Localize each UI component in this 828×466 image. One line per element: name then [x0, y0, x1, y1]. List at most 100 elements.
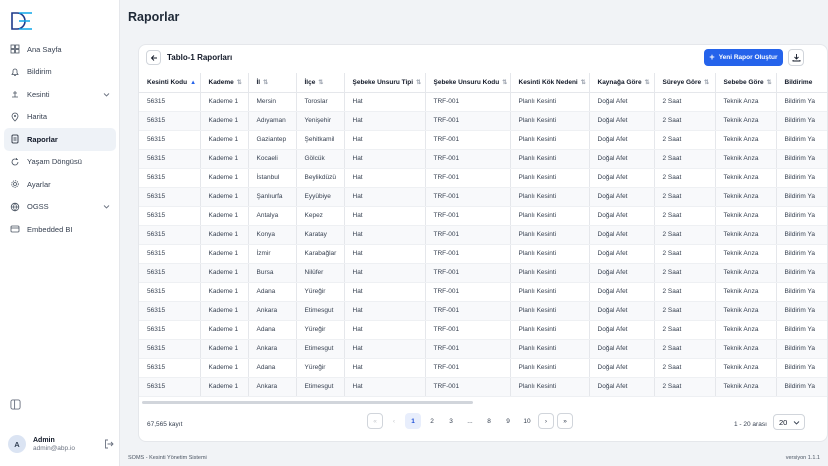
sidebar-item-kesinti[interactable]: Kesinti	[4, 83, 116, 106]
bell-icon	[10, 67, 20, 77]
column-header[interactable]: Kesinti Kodu ▲	[139, 73, 201, 93]
horizontal-scrollbar[interactable]	[142, 401, 473, 404]
table-cell: Hat	[344, 92, 426, 112]
table-row[interactable]: 56315 Kademe 1 İstanbul Beylikdüzü Hat TRF-00…	[139, 168, 827, 188]
last-page-button[interactable]: »	[557, 413, 573, 429]
table-row[interactable]: 56315 Kademe 1 Antalya Kepez Hat TRF-001 Planl…	[139, 206, 827, 226]
table-row[interactable]: 56315 Kademe 1 Konya Karatay Hat TRF-001 Planl…	[139, 225, 827, 245]
column-header[interactable]: Süreye Göre ⇅	[654, 73, 716, 93]
column-header-label: İlçe	[304, 78, 316, 86]
dashboard-icon	[10, 44, 20, 54]
table-cell: Kademe 1	[200, 358, 249, 378]
new-report-button[interactable]: + Yeni Rapor Oluştur	[704, 49, 783, 66]
sidebar-nav: Ana Sayfa Bildirim Kesinti Harita Raporlar Ya…	[4, 38, 116, 241]
sort-icon[interactable]: ⇅	[237, 79, 242, 86]
sidebar-item-raporlar[interactable]: Raporlar	[4, 128, 116, 151]
page-button[interactable]: 8	[481, 413, 497, 429]
sort-icon[interactable]: ⇅	[767, 79, 772, 86]
table-cell: Planlı Kesinti	[510, 149, 590, 169]
table-cell: TRF-001	[425, 206, 511, 226]
table-row[interactable]: 56315 Kademe 1 Ankara Etimesgut Hat TRF-001 Pl…	[139, 301, 827, 321]
sidebar-item-ogss[interactable]: OGSS	[4, 196, 116, 219]
logout-icon[interactable]	[104, 439, 114, 449]
table-row[interactable]: 56315 Kademe 1 Adana Yüreğir Hat TRF-001 Planl…	[139, 282, 827, 302]
column-header-label: Kesinti Kodu	[147, 78, 188, 86]
page-size-select[interactable]: 20	[773, 414, 805, 430]
sort-icon[interactable]: ⇅	[416, 79, 421, 86]
table-cell: Ankara	[248, 339, 297, 359]
sidebar-item-ayarlar[interactable]: Ayarlar	[4, 173, 116, 196]
table-footer: 67,565 kayıt « ‹ 1 2 3... 8 9 10 › » 1 - 20 arası…	[139, 409, 827, 441]
column-header[interactable]: Sebebe Göre ⇅	[715, 73, 777, 93]
first-page-button[interactable]: «	[367, 413, 383, 429]
table-cell: Planlı Kesinti	[510, 301, 590, 321]
column-header[interactable]: Şebeke Unsuru Tipi ⇅	[344, 73, 426, 93]
sidebar-collapse-icon[interactable]	[10, 399, 21, 410]
table-cell: 2 Saat	[654, 358, 716, 378]
sidebar-item-ana-sayfa[interactable]: Ana Sayfa	[4, 38, 116, 61]
table-cell: Planlı Kesinti	[510, 358, 590, 378]
sort-icon[interactable]: ▲	[190, 80, 196, 86]
sort-icon[interactable]: ⇅	[704, 79, 709, 86]
column-header[interactable]: Kesinti Kök Nedeni ⇅	[510, 73, 590, 93]
page-button[interactable]: 3	[443, 413, 459, 429]
table-cell: 2 Saat	[654, 320, 716, 340]
user-profile[interactable]: A Admin admin@abp.io	[8, 433, 114, 455]
download-icon	[792, 54, 800, 62]
table-cell: Doğal Afet	[589, 130, 655, 150]
app-logo[interactable]	[10, 12, 34, 30]
table-cell: Eyyübiye	[296, 187, 345, 207]
plus-icon: +	[709, 52, 715, 62]
page-button[interactable]: 2	[424, 413, 440, 429]
table-cell: Bildirim Ya	[776, 320, 827, 340]
page-button[interactable]: 10	[519, 413, 535, 429]
prev-page-button[interactable]: ‹	[386, 413, 402, 429]
column-header[interactable]: Bildirime	[776, 73, 827, 93]
table-row[interactable]: 56315 Kademe 1 Ankara Etimesgut Hat TRF-001 Pl…	[139, 377, 827, 397]
table-cell: Ankara	[248, 301, 297, 321]
table-cell: Doğal Afet	[589, 206, 655, 226]
table-row[interactable]: 56315 Kademe 1 Gaziantep Şehitkamil Hat TRF-0…	[139, 130, 827, 150]
download-button[interactable]	[788, 49, 804, 66]
column-header[interactable]: İl ⇅	[248, 73, 297, 93]
sort-icon[interactable]: ⇅	[318, 79, 323, 86]
sidebar-item-embedded-bi[interactable]: Embedded BI	[4, 218, 116, 241]
next-page-button[interactable]: ›	[538, 413, 554, 429]
sidebar-item-yaşam-döngüsü[interactable]: Yaşam Döngüsü	[4, 151, 116, 174]
table-row[interactable]: 56315 Kademe 1 İzmir Karabağlar Hat TRF-001 Pl…	[139, 244, 827, 264]
column-header[interactable]: Kaynağa Göre ⇅	[589, 73, 655, 93]
table-cell: 2 Saat	[654, 263, 716, 283]
table-row[interactable]: 56315 Kademe 1 Ankara Etimesgut Hat TRF-001 Pl…	[139, 339, 827, 359]
page-button[interactable]: 1	[405, 413, 421, 429]
table-cell: Teknik Arıza	[715, 282, 777, 302]
column-header[interactable]: Şebeke Unsuru Kodu ⇅	[425, 73, 511, 93]
column-header[interactable]: İlçe ⇅	[296, 73, 345, 93]
table-row[interactable]: 56315 Kademe 1 Adıyaman Yenişehir Hat TRF-001…	[139, 111, 827, 131]
page-button[interactable]: 9	[500, 413, 516, 429]
table-cell: Bildirim Ya	[776, 225, 827, 245]
table-cell: Planlı Kesinti	[510, 244, 590, 264]
table-cell: Kademe 1	[200, 187, 249, 207]
table-cell: Gölcük	[296, 149, 345, 169]
table-cell: TRF-001	[425, 130, 511, 150]
sidebar-item-bildirim[interactable]: Bildirim	[4, 61, 116, 84]
table-row[interactable]: 56315 Kademe 1 Bursa Nilüfer Hat TRF-001 Planl…	[139, 263, 827, 283]
table-cell: Beylikdüzü	[296, 168, 345, 188]
column-header[interactable]: Kademe ⇅	[200, 73, 249, 93]
report-table: Kesinti Kodu ▲ Kademe ⇅ İl ⇅ İlçe ⇅ Şebeke Unsur…	[139, 73, 827, 397]
table-cell: Planlı Kesinti	[510, 168, 590, 188]
table-row[interactable]: 56315 Kademe 1 Adana Yüreğir Hat TRF-001 Planl…	[139, 320, 827, 340]
back-button[interactable]	[146, 50, 161, 65]
table-row[interactable]: 56315 Kademe 1 Adana Yüreğir Hat TRF-001 Planl…	[139, 358, 827, 378]
sort-icon[interactable]: ⇅	[645, 79, 650, 86]
table-row[interactable]: 56315 Kademe 1 Şanlıurfa Eyyübiye Hat TRF-001…	[139, 187, 827, 207]
sort-icon[interactable]: ⇅	[502, 79, 507, 86]
table-row[interactable]: 56315 Kademe 1 Kocaeli Gölcük Hat TRF-001 Plan…	[139, 149, 827, 169]
table-row[interactable]: 56315 Kademe 1 Mersin Toroslar Hat TRF-001 Pla…	[139, 92, 827, 112]
table-cell: Yenişehir	[296, 111, 345, 131]
sidebar-item-harita[interactable]: Harita	[4, 106, 116, 129]
sort-icon[interactable]: ⇅	[263, 79, 268, 86]
table-cell: Hat	[344, 111, 426, 131]
avatar: A	[8, 435, 26, 453]
sort-icon[interactable]: ⇅	[581, 79, 586, 86]
